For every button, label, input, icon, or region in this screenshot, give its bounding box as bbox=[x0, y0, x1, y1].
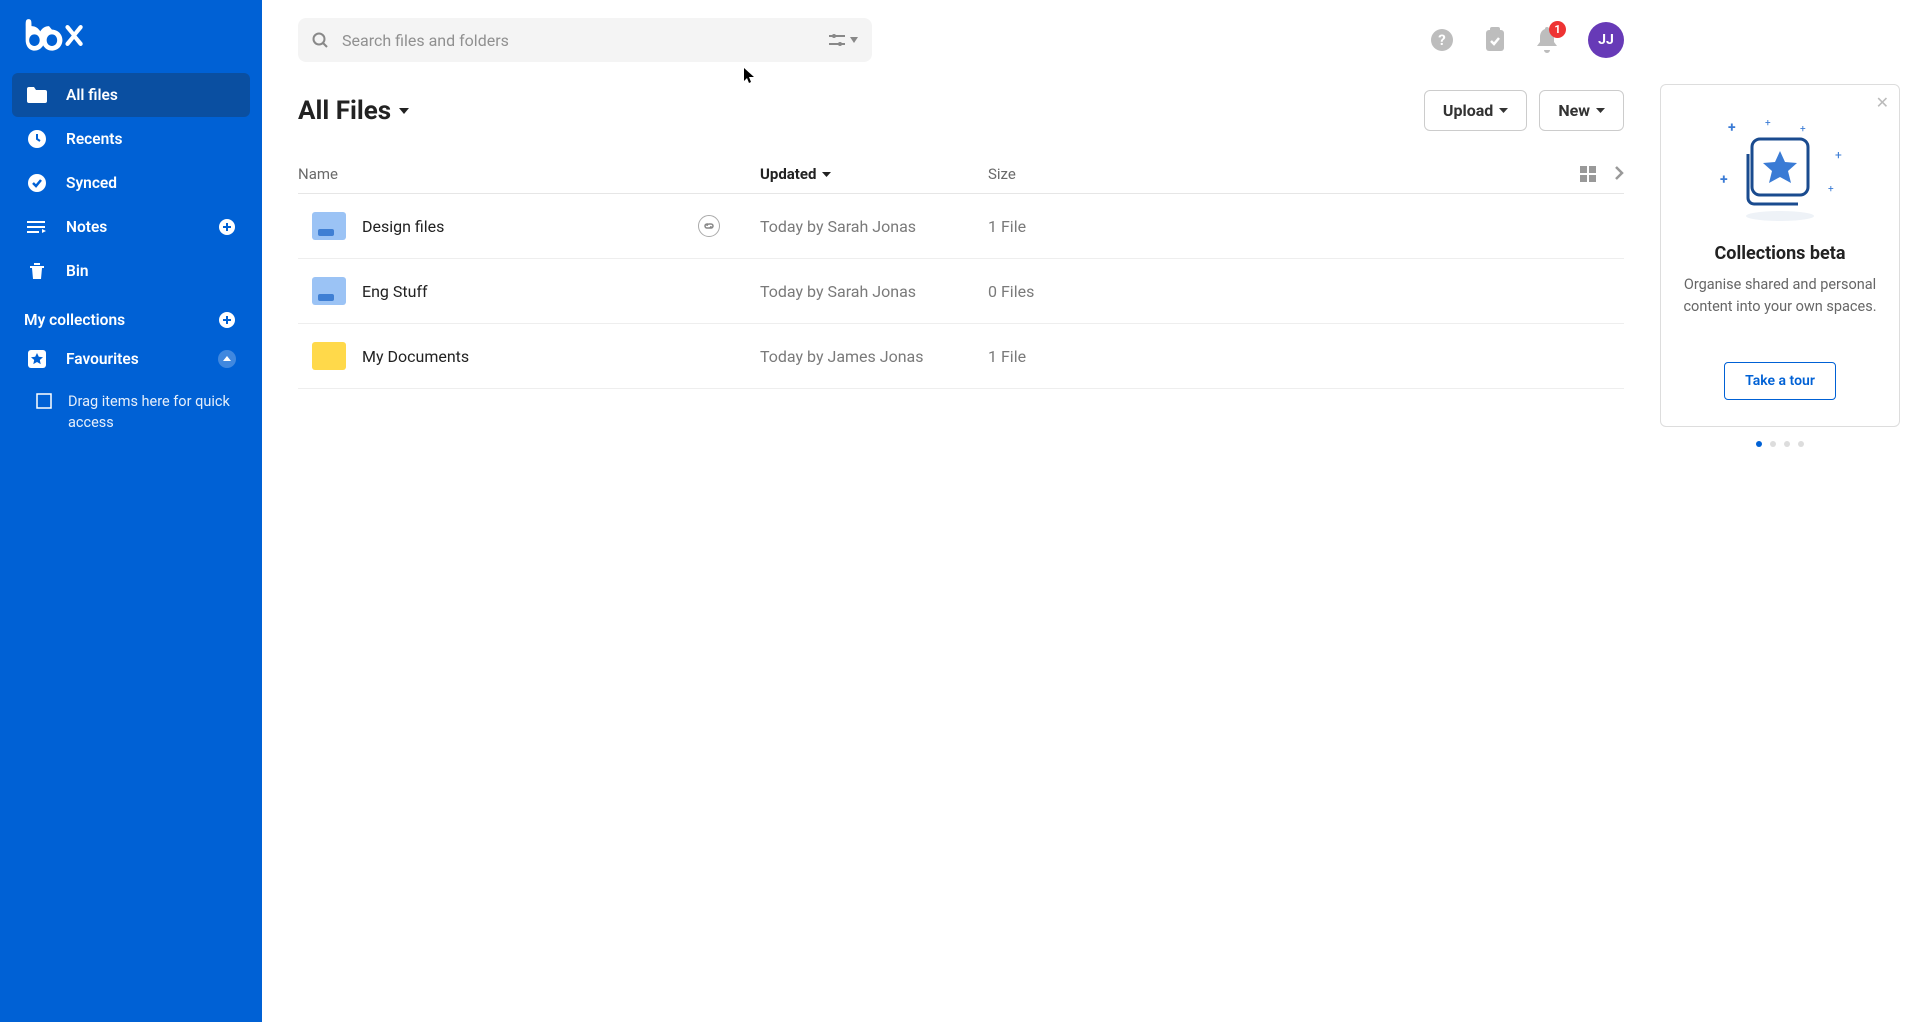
sidebar-item-favourites[interactable]: Favourites bbox=[12, 337, 250, 381]
pagination-dot[interactable] bbox=[1798, 441, 1804, 447]
svg-text:+: + bbox=[1728, 120, 1736, 136]
updated-cell: Today by Sarah Jonas bbox=[760, 282, 988, 301]
folder-icon bbox=[26, 84, 48, 106]
table-row[interactable]: My Documents Today by James Jonas 1 File bbox=[298, 324, 1624, 389]
sidebar-item-bin[interactable]: Bin bbox=[12, 249, 250, 293]
pagination-dot[interactable] bbox=[1784, 441, 1790, 447]
svg-text:+: + bbox=[1765, 118, 1771, 129]
file-name[interactable]: My Documents bbox=[362, 347, 469, 366]
chevron-down-icon bbox=[1596, 107, 1605, 114]
name-cell: My Documents bbox=[298, 342, 760, 370]
collections-header[interactable]: My collections bbox=[0, 293, 262, 337]
search-icon bbox=[312, 32, 328, 48]
folder-shared-icon bbox=[312, 277, 346, 305]
view-controls bbox=[1580, 166, 1624, 182]
chevron-down-icon bbox=[399, 107, 409, 115]
topbar: ? 1 JJ bbox=[298, 18, 1624, 62]
plus-icon[interactable] bbox=[218, 218, 236, 236]
box-logo[interactable] bbox=[0, 18, 262, 73]
search-input[interactable] bbox=[342, 31, 828, 50]
nav-list: All files Recents Synced Notes Bin bbox=[0, 73, 262, 293]
title-row: All Files Upload New bbox=[298, 90, 1624, 131]
sidebar-item-label: Notes bbox=[66, 218, 107, 236]
svg-text:?: ? bbox=[1438, 31, 1445, 49]
notes-icon bbox=[26, 216, 48, 238]
content: ? 1 JJ All Files Upload bbox=[262, 0, 1660, 1022]
size-cell: 1 File bbox=[988, 347, 1148, 366]
table-row[interactable]: Eng Stuff Today by Sarah Jonas 0 Files bbox=[298, 259, 1624, 324]
check-circle-icon bbox=[26, 172, 48, 194]
sidebar-item-label: Recents bbox=[66, 130, 122, 148]
svg-text:+: + bbox=[1720, 172, 1728, 188]
promo-body: Organise shared and personal content int… bbox=[1681, 274, 1879, 318]
favourites-drop-hint: Drag items here for quick access bbox=[0, 381, 262, 443]
pagination-dot[interactable] bbox=[1756, 441, 1762, 447]
sidebar-item-all-files[interactable]: All files bbox=[12, 73, 250, 117]
page-title[interactable]: All Files bbox=[298, 96, 409, 126]
sidebar-item-label: Synced bbox=[66, 174, 117, 192]
table-header: Name Updated Size bbox=[298, 147, 1624, 194]
svg-text:+: + bbox=[1828, 184, 1834, 195]
collections-label: My collections bbox=[24, 311, 125, 329]
promo-illustration: + + + + + + bbox=[1681, 109, 1879, 229]
chevron-right-icon[interactable] bbox=[1614, 166, 1624, 182]
drop-hint-text: Drag items here for quick access bbox=[68, 391, 242, 433]
updated-cell: Today by James Jonas bbox=[760, 347, 988, 366]
column-size[interactable]: Size bbox=[988, 165, 1148, 183]
plus-icon[interactable] bbox=[218, 311, 236, 329]
promo-card: ✕ + + + + + + Collections beta Organise … bbox=[1660, 84, 1900, 427]
avatar[interactable]: JJ bbox=[1588, 22, 1624, 58]
name-cell: Eng Stuff bbox=[298, 277, 760, 305]
size-cell: 0 Files bbox=[988, 282, 1148, 301]
search-filter-button[interactable] bbox=[828, 33, 858, 47]
sidebar-item-synced[interactable]: Synced bbox=[12, 161, 250, 205]
sidebar-item-label: Favourites bbox=[66, 350, 139, 368]
header-actions: ? 1 JJ bbox=[1430, 22, 1624, 58]
main: ? 1 JJ All Files Upload bbox=[262, 0, 1920, 1022]
promo-title: Collections beta bbox=[1681, 243, 1879, 264]
svg-text:+: + bbox=[1835, 148, 1842, 162]
upload-button[interactable]: Upload bbox=[1424, 90, 1527, 131]
column-name[interactable]: Name bbox=[298, 165, 760, 183]
sidebar: All files Recents Synced Notes Bin My co… bbox=[0, 0, 262, 1022]
clock-icon bbox=[26, 128, 48, 150]
sidebar-item-label: All files bbox=[66, 86, 118, 104]
file-name[interactable]: Design files bbox=[362, 217, 444, 236]
folder-icon bbox=[312, 342, 346, 370]
take-tour-button[interactable]: Take a tour bbox=[1724, 362, 1836, 400]
svg-text:+: + bbox=[1800, 124, 1806, 135]
name-cell: Design files bbox=[298, 212, 760, 240]
title-actions: Upload New bbox=[1424, 90, 1624, 131]
updated-cell: Today by Sarah Jonas bbox=[760, 217, 988, 236]
sidebar-item-notes[interactable]: Notes bbox=[12, 205, 250, 249]
shared-link-icon[interactable] bbox=[698, 215, 720, 237]
column-updated[interactable]: Updated bbox=[760, 165, 988, 183]
sidebar-item-label: Bin bbox=[66, 262, 89, 280]
help-button[interactable]: ? bbox=[1430, 28, 1454, 52]
promo-pagination bbox=[1660, 441, 1900, 447]
chevron-down-icon bbox=[822, 171, 831, 178]
promo-panel: ✕ + + + + + + Collections beta Organise … bbox=[1660, 0, 1920, 1022]
sidebar-item-recents[interactable]: Recents bbox=[12, 117, 250, 161]
tasks-button[interactable] bbox=[1484, 27, 1506, 53]
folder-shared-icon bbox=[312, 212, 346, 240]
file-name[interactable]: Eng Stuff bbox=[362, 282, 428, 301]
chevron-down-icon bbox=[1499, 107, 1508, 114]
star-icon bbox=[26, 348, 48, 370]
trash-icon bbox=[26, 260, 48, 282]
size-cell: 1 File bbox=[988, 217, 1148, 236]
chevron-up-icon[interactable] bbox=[218, 350, 236, 368]
square-icon bbox=[36, 393, 54, 411]
cursor-icon bbox=[744, 68, 756, 84]
search-field[interactable] bbox=[298, 18, 872, 62]
notifications-button[interactable]: 1 bbox=[1536, 27, 1558, 53]
grid-view-icon[interactable] bbox=[1580, 166, 1596, 182]
new-button[interactable]: New bbox=[1539, 90, 1624, 131]
pagination-dot[interactable] bbox=[1770, 441, 1776, 447]
close-icon[interactable]: ✕ bbox=[1876, 93, 1889, 112]
file-list: Design files Today by Sarah Jonas 1 File… bbox=[298, 194, 1624, 389]
table-row[interactable]: Design files Today by Sarah Jonas 1 File bbox=[298, 194, 1624, 259]
collections-list: Favourites bbox=[0, 337, 262, 381]
notification-badge: 1 bbox=[1549, 21, 1566, 38]
